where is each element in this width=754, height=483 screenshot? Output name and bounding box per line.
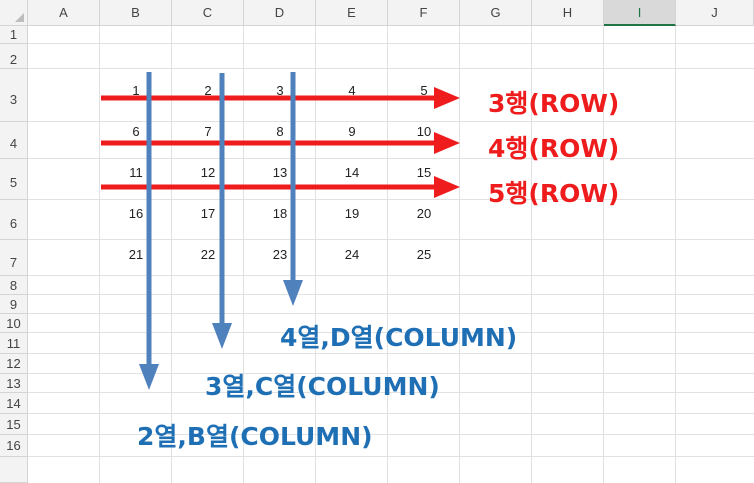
column-header-c[interactable]: C <box>172 0 244 26</box>
row-header-8[interactable]: 8 <box>0 276 28 295</box>
row-header-17[interactable] <box>0 457 28 483</box>
cell-b7[interactable]: 21 <box>100 247 172 262</box>
column-header-f[interactable]: F <box>388 0 460 26</box>
row-header-10[interactable]: 10 <box>0 314 28 333</box>
cell-e6[interactable]: 19 <box>316 206 388 221</box>
cell-e5[interactable]: 14 <box>316 165 388 180</box>
row-header-5[interactable]: 5 <box>0 159 28 200</box>
row-header-1[interactable]: 1 <box>0 26 28 44</box>
cell-d6[interactable]: 18 <box>244 206 316 221</box>
column-header-g[interactable]: G <box>460 0 532 26</box>
row-header-12[interactable]: 12 <box>0 354 28 374</box>
gridline <box>28 199 754 200</box>
row-header-16[interactable]: 16 <box>0 435 28 457</box>
column-header-d[interactable]: D <box>244 0 316 26</box>
column-arrow-d <box>283 72 303 306</box>
row-header-6[interactable]: 6 <box>0 200 28 240</box>
gridline <box>28 121 754 122</box>
cell-c4[interactable]: 7 <box>172 124 244 139</box>
row-header-7[interactable]: 7 <box>0 240 28 276</box>
cell-e7[interactable]: 24 <box>316 247 388 262</box>
row-label-4: 4행(ROW) <box>488 134 620 163</box>
gridline <box>28 158 754 159</box>
column-header-e[interactable]: E <box>316 0 388 26</box>
cell-f3[interactable]: 5 <box>388 83 460 98</box>
column-label-c: 3열,C열(COLUMN) <box>205 372 440 401</box>
row-header-4[interactable]: 4 <box>0 122 28 159</box>
gridline <box>28 294 754 295</box>
row-header-15[interactable]: 15 <box>0 414 28 435</box>
cell-e3[interactable]: 4 <box>316 83 388 98</box>
column-header-a[interactable]: A <box>28 0 100 26</box>
cell-c5[interactable]: 12 <box>172 165 244 180</box>
column-header-j[interactable]: J <box>676 0 754 26</box>
gridline <box>28 43 754 44</box>
cell-c6[interactable]: 17 <box>172 206 244 221</box>
row-header-13[interactable]: 13 <box>0 374 28 393</box>
column-label-b: 2열,B열(COLUMN) <box>137 422 373 451</box>
cell-d3[interactable]: 3 <box>244 83 316 98</box>
gridline <box>28 413 754 414</box>
column-arrow-b <box>139 72 159 390</box>
cell-c3[interactable]: 2 <box>172 83 244 98</box>
row-label-3: 3행(ROW) <box>488 89 620 118</box>
gridline <box>28 68 754 69</box>
gridline <box>28 239 754 240</box>
cell-f6[interactable]: 20 <box>388 206 460 221</box>
select-all-triangle-icon <box>15 13 24 22</box>
cell-e4[interactable]: 9 <box>316 124 388 139</box>
column-arrow-b-head <box>139 364 159 390</box>
select-all-corner[interactable] <box>0 0 28 26</box>
cell-d7[interactable]: 23 <box>244 247 316 262</box>
cell-b6[interactable]: 16 <box>100 206 172 221</box>
cell-d5[interactable]: 13 <box>244 165 316 180</box>
row-label-5: 5행(ROW) <box>488 179 620 208</box>
row-header-2[interactable]: 2 <box>0 44 28 69</box>
row-header-3[interactable]: 3 <box>0 69 28 122</box>
cell-f4[interactable]: 10 <box>388 124 460 139</box>
row-header-11[interactable]: 11 <box>0 333 28 354</box>
row-header-14[interactable]: 14 <box>0 393 28 414</box>
cell-b3[interactable]: 1 <box>100 83 172 98</box>
arrows-overlay <box>101 72 460 390</box>
column-arrow-d-head <box>283 280 303 306</box>
gridline <box>675 26 676 483</box>
column-header-h[interactable]: H <box>532 0 604 26</box>
gridline <box>28 275 754 276</box>
cell-f5[interactable]: 15 <box>388 165 460 180</box>
cell-f7[interactable]: 25 <box>388 247 460 262</box>
cell-b5[interactable]: 11 <box>100 165 172 180</box>
cell-c7[interactable]: 22 <box>172 247 244 262</box>
column-header-i[interactable]: I <box>604 0 676 26</box>
row-header-9[interactable]: 9 <box>0 295 28 314</box>
cell-b4[interactable]: 6 <box>100 124 172 139</box>
cell-d4[interactable]: 8 <box>244 124 316 139</box>
column-label-d: 4열,D열(COLUMN) <box>280 323 518 352</box>
column-header-b[interactable]: B <box>100 0 172 26</box>
gridline <box>28 456 754 457</box>
column-arrow-c-head <box>212 323 232 349</box>
gridline <box>28 313 754 314</box>
